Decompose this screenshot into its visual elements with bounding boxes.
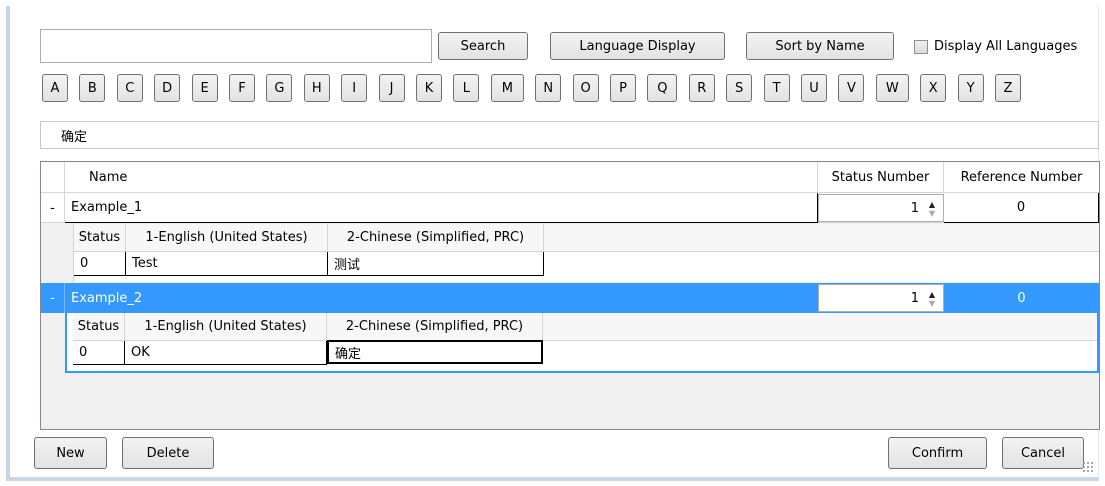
resize-grip-icon[interactable] <box>1082 461 1094 473</box>
sub-column-header-status[interactable]: Status <box>73 313 125 341</box>
new-button[interactable]: New <box>34 437 107 469</box>
row-name-cell[interactable]: Example_2 <box>65 283 818 313</box>
letter-filter-u[interactable]: U <box>801 74 827 102</box>
sub-column-header-english[interactable]: 1-English (United States) <box>125 313 327 341</box>
letter-filter-q[interactable]: Q <box>647 74 678 102</box>
letter-filter-w[interactable]: W <box>875 74 909 102</box>
letter-filter-d[interactable]: D <box>154 74 181 102</box>
table-row[interactable]: - Example_1 1 ▲ ▼ 0 <box>41 193 1099 223</box>
status-number-stepper[interactable]: 1 ▲ ▼ <box>818 194 944 222</box>
status-number-value: 1 <box>910 200 919 216</box>
letter-filter-g[interactable]: G <box>266 74 293 102</box>
letter-filter-b[interactable]: B <box>79 74 106 102</box>
letter-filter-h[interactable]: H <box>303 74 330 102</box>
letter-filter-a[interactable]: A <box>42 74 68 102</box>
display-all-languages-checkbox[interactable] <box>914 39 928 54</box>
letter-filter-l[interactable]: L <box>453 74 480 102</box>
row-name-cell[interactable]: Example_1 <box>65 193 818 223</box>
letter-filter-r[interactable]: R <box>688 74 715 102</box>
spin-arrows-icon[interactable]: ▲ ▼ <box>926 289 938 309</box>
detail-chinese-cell-editing[interactable]: 确定 <box>327 340 543 364</box>
letter-filter-n[interactable]: N <box>535 74 562 102</box>
confirm-button[interactable]: Confirm <box>888 437 987 469</box>
sub-header-filler <box>544 224 1099 252</box>
translation-text-field[interactable]: 确定 <box>40 121 1099 149</box>
letter-filter-c[interactable]: C <box>116 74 143 102</box>
detail-status-cell[interactable]: 0 <box>73 341 125 365</box>
letter-filter-k[interactable]: K <box>416 74 442 102</box>
delete-button[interactable]: Delete <box>122 437 214 469</box>
language-display-button[interactable]: Language Display <box>550 32 725 60</box>
spin-arrows-icon[interactable]: ▲ ▼ <box>926 199 938 219</box>
letter-filter-f[interactable]: F <box>229 74 255 102</box>
letter-filter-o[interactable]: O <box>572 74 599 102</box>
letter-filter-t[interactable]: T <box>763 74 790 102</box>
row-detail-grid: Status 1-English (United States) 2-Chine… <box>73 224 1099 282</box>
column-header-status-number[interactable]: Status Number <box>818 162 944 193</box>
sub-column-header-status[interactable]: Status <box>74 224 126 252</box>
detail-english-cell[interactable]: Test <box>126 252 328 276</box>
dialog-window: Search Language Display Sort by Name Dis… <box>6 6 1100 481</box>
letter-filter-i[interactable]: I <box>341 74 368 102</box>
search-button[interactable]: Search <box>438 32 528 60</box>
letter-filter-v[interactable]: V <box>838 74 865 102</box>
data-grid: Name Status Number Reference Number - Ex… <box>40 161 1100 430</box>
letter-filter-x[interactable]: X <box>920 74 947 102</box>
sort-by-name-button[interactable]: Sort by Name <box>746 32 894 60</box>
letter-filter-z[interactable]: Z <box>995 74 1021 102</box>
status-number-value: 1 <box>910 290 919 306</box>
sub-column-header-chinese[interactable]: 2-Chinese (Simplified, PRC) <box>327 313 543 341</box>
row-expander-button[interactable]: - <box>41 193 65 223</box>
reference-number-cell: 0 <box>1017 290 1026 306</box>
letter-filter-j[interactable]: J <box>378 74 405 102</box>
sub-column-header-chinese[interactable]: 2-Chinese (Simplified, PRC) <box>328 224 544 252</box>
display-all-languages-label: Display All Languages <box>934 39 1078 54</box>
status-number-stepper[interactable]: 1 ▲ ▼ <box>818 284 944 312</box>
row-detail-grid: Status 1-English (United States) 2-Chine… <box>65 313 1099 373</box>
column-header-name[interactable]: Name <box>65 162 818 193</box>
reference-number-cell: 0 <box>944 193 1099 223</box>
row-expander-button[interactable]: - <box>41 283 65 313</box>
search-input[interactable] <box>40 29 432 63</box>
letter-filter-e[interactable]: E <box>191 74 218 102</box>
letter-filter-m[interactable]: M <box>490 74 524 102</box>
cancel-button[interactable]: Cancel <box>1002 437 1084 469</box>
column-header-reference-number[interactable]: Reference Number <box>944 162 1099 193</box>
detail-english-cell[interactable]: OK <box>125 341 327 365</box>
sub-header-filler <box>543 313 1097 341</box>
detail-status-cell[interactable]: 0 <box>74 252 126 276</box>
display-all-languages-toggle[interactable]: Display All Languages <box>914 39 1077 54</box>
table-row-selected[interactable]: - Example_2 1 ▲ ▼ 0 <box>41 283 1099 313</box>
letter-filter-s[interactable]: S <box>726 74 753 102</box>
header-expander-cell <box>41 162 65 193</box>
letter-filter-y[interactable]: Y <box>957 74 984 102</box>
sub-column-header-english[interactable]: 1-English (United States) <box>126 224 328 252</box>
detail-chinese-cell[interactable]: 测试 <box>328 252 544 276</box>
letter-filter-p[interactable]: P <box>610 74 636 102</box>
